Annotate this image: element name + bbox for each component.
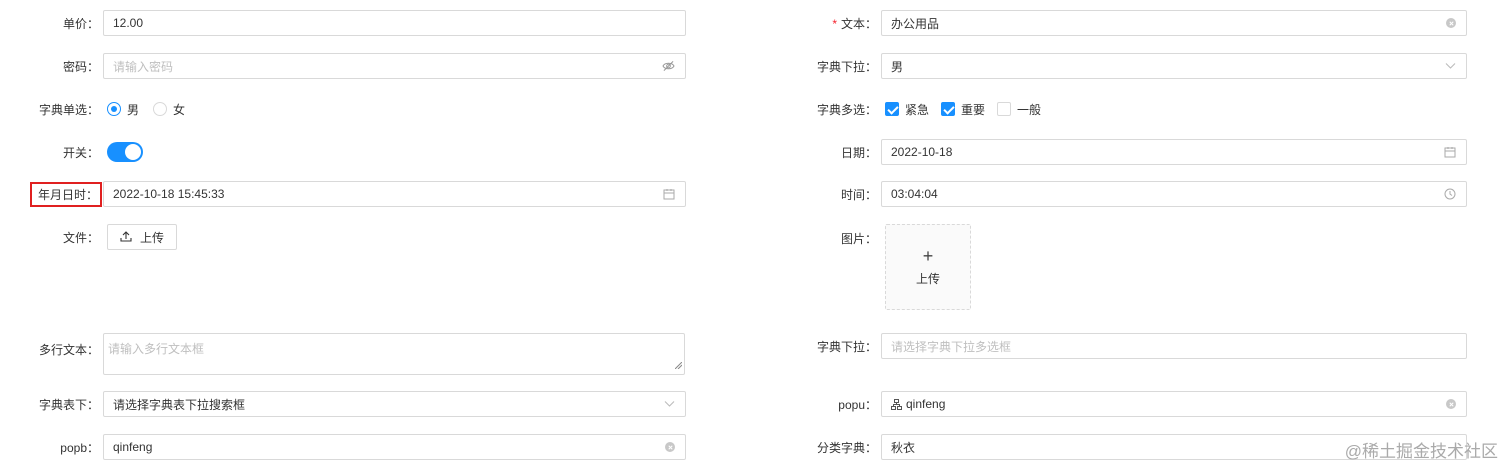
datetime-input[interactable]: 2022-10-18 15:45:33 (103, 181, 686, 207)
eye-slash-icon[interactable] (662, 61, 675, 72)
textarea-row: 多行文本： 请输入多行文本框 (0, 333, 685, 375)
popu-row: popu： qinfeng (778, 391, 1467, 417)
calendar-icon[interactable] (663, 188, 675, 200)
text-value: 办公用品 (891, 16, 940, 31)
dict-multi-row: 字典下拉： 请选择字典下拉多选框 (778, 333, 1467, 359)
time-label: 时间： (840, 187, 877, 202)
image-upload-text: 上传 (915, 271, 940, 286)
upload-button-label: 上传 (140, 230, 165, 245)
image-label: 图片： (840, 232, 877, 246)
datetime-label-wrap: 年月日时： (0, 181, 103, 207)
resize-handle-icon[interactable] (674, 358, 683, 372)
upload-icon (120, 230, 140, 245)
radio-female-label: 女 (173, 102, 186, 117)
radio-male[interactable]: 男 (107, 101, 139, 118)
file-label: 文件： (62, 230, 99, 245)
chevron-down-icon[interactable] (664, 401, 675, 408)
text-label-wrap: * 文本： (778, 15, 881, 32)
dict-multi-label: 字典下拉： (816, 339, 877, 354)
date-row: 日期： 2022-10-18 (778, 139, 1467, 165)
price-row: 单价： 12.00 (0, 10, 686, 36)
date-label: 日期： (840, 145, 877, 160)
dict-select-value: 男 (891, 59, 904, 74)
watermark: @稀土掘金技术社区 (1344, 442, 1498, 461)
time-row: 时间： 03:04:04 (778, 181, 1467, 207)
dict-table-label: 字典表下： (38, 397, 99, 412)
text-input[interactable]: 办公用品 (881, 10, 1467, 36)
popb-input[interactable]: qinfeng (103, 434, 686, 460)
plus-icon: + (922, 245, 934, 266)
dict-select[interactable]: 男 (881, 53, 1467, 79)
popu-label: popu： (838, 397, 877, 412)
category-label: 分类字典： (816, 440, 877, 455)
time-value: 03:04:04 (891, 187, 938, 201)
popu-input[interactable]: qinfeng (881, 391, 1467, 417)
checkbox-normal[interactable]: 一般 (997, 101, 1041, 118)
password-row: 密码： 请输入密码 (0, 53, 686, 79)
dict-table-placeholder: 请选择字典表下拉搜索框 (113, 397, 246, 412)
datetime-value: 2022-10-18 15:45:33 (113, 187, 225, 201)
required-mark: * (832, 16, 837, 31)
date-input[interactable]: 2022-10-18 (881, 139, 1467, 165)
dict-radio-row: 字典单选： 男 女 (0, 96, 199, 122)
image-upload-card[interactable]: + 上传 (885, 224, 971, 310)
radio-male-label: 男 (127, 102, 140, 117)
dict-select-row: 字典下拉： 男 (778, 53, 1467, 79)
file-row: 文件： 上传 (0, 224, 178, 250)
text-label: 文本： (840, 16, 877, 31)
checkbox-normal-label: 一般 (1017, 102, 1042, 117)
clear-icon[interactable] (665, 442, 675, 452)
time-input[interactable]: 03:04:04 (881, 181, 1467, 207)
popb-value: qinfeng (113, 440, 153, 454)
date-value: 2022-10-18 (891, 145, 953, 159)
dict-checkbox-label: 字典多选： (816, 102, 877, 117)
radio-female-circle[interactable] (153, 102, 168, 116)
multiline-textarea[interactable]: 请输入多行文本框 (103, 333, 685, 375)
dict-table-select[interactable]: 请选择字典表下拉搜索框 (103, 391, 686, 417)
price-input[interactable]: 12.00 (103, 10, 686, 36)
checkbox-urgent-label: 紧急 (905, 102, 930, 117)
org-tree-icon (891, 398, 902, 410)
checkbox-urgent-box[interactable] (885, 102, 899, 116)
checkbox-urgent[interactable]: 紧急 (885, 101, 929, 118)
toggle-switch[interactable] (107, 142, 143, 162)
category-value: 秋衣 (891, 440, 916, 455)
datetime-row: 年月日时： 2022-10-18 15:45:33 (0, 181, 686, 207)
password-label: 密码： (62, 59, 99, 74)
clock-icon[interactable] (1444, 188, 1456, 200)
dict-multi-select[interactable]: 请选择字典下拉多选框 (881, 333, 1467, 359)
dict-select-label: 字典下拉： (816, 59, 877, 74)
clear-icon[interactable] (1446, 18, 1456, 28)
checkbox-important-label: 重要 (961, 102, 986, 117)
clear-icon[interactable] (1446, 399, 1456, 409)
password-placeholder: 请输入密码 (113, 59, 174, 74)
datetime-label: 年月日时： (29, 181, 102, 207)
checkbox-normal-box[interactable] (997, 102, 1012, 116)
dict-table-row: 字典表下： 请选择字典表下拉搜索框 (0, 391, 686, 417)
price-value: 12.00 (113, 16, 144, 30)
switch-row: 开关： (0, 139, 143, 165)
calendar-icon[interactable] (1444, 146, 1456, 158)
radio-male-circle[interactable] (107, 102, 121, 116)
checkbox-important-box[interactable] (941, 102, 956, 116)
price-label: 单价： (62, 16, 99, 31)
password-input[interactable]: 请输入密码 (103, 53, 686, 79)
popb-label: popb： (60, 440, 99, 455)
textarea-placeholder: 请输入多行文本框 (108, 342, 205, 356)
upload-button[interactable]: 上传 (107, 224, 178, 250)
textarea-label: 多行文本： (38, 343, 99, 357)
image-row: 图片： + 上传 (778, 224, 971, 310)
switch-label: 开关： (62, 145, 99, 160)
popu-value: qinfeng (906, 397, 946, 411)
radio-female[interactable]: 女 (153, 101, 185, 118)
chevron-down-icon[interactable] (1445, 63, 1456, 70)
text-row: * 文本： 办公用品 (778, 10, 1467, 36)
dict-multi-placeholder: 请选择字典下拉多选框 (891, 339, 1012, 354)
dict-radio-label: 字典单选： (38, 102, 99, 117)
checkbox-important[interactable]: 重要 (941, 101, 985, 118)
popb-row: popb： qinfeng (0, 434, 686, 460)
dict-checkbox-row: 字典多选： 紧急 重要 一般 (778, 96, 1053, 122)
